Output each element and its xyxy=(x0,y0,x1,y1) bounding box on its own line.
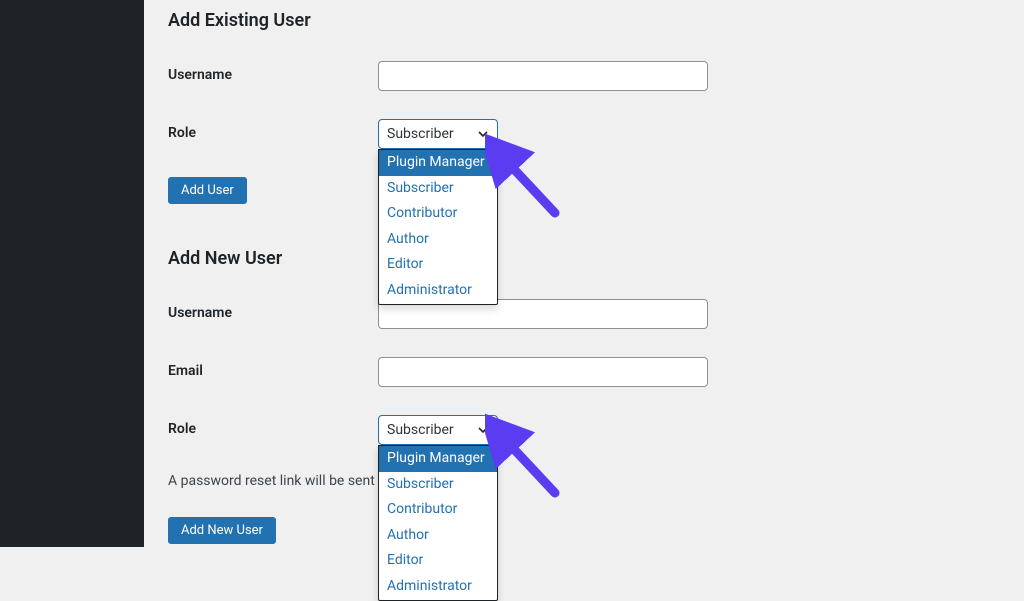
email-input[interactable] xyxy=(378,357,708,387)
add-new-user-heading: Add New User xyxy=(168,238,1000,279)
new-role-select-value: Subscriber xyxy=(387,422,454,438)
role-option[interactable]: Administrator xyxy=(379,574,497,600)
role-select[interactable]: Subscriber xyxy=(378,119,498,149)
add-new-user-button[interactable]: Add New User xyxy=(168,517,276,544)
main-content: Add Existing User Username Role Subscrib… xyxy=(144,0,1024,547)
role-option[interactable]: Contributor xyxy=(379,201,497,227)
email-label: Email xyxy=(168,357,378,379)
role-option[interactable]: Plugin Manager xyxy=(379,150,497,176)
role-option[interactable]: Author xyxy=(379,523,497,549)
role-option[interactable]: Plugin Manager xyxy=(379,446,497,472)
password-note: A password reset link will be sent to xyxy=(168,473,1000,489)
role-dropdown[interactable]: Plugin ManagerSubscriberContributorAutho… xyxy=(378,149,498,305)
new-role-select[interactable]: Subscriber xyxy=(378,415,498,445)
add-user-button[interactable]: Add User xyxy=(168,177,247,204)
username-input[interactable] xyxy=(378,61,708,91)
role-option[interactable]: Subscriber xyxy=(379,176,497,202)
chevron-down-icon xyxy=(475,422,491,438)
role-option[interactable]: Editor xyxy=(379,548,497,574)
role-option[interactable]: Contributor xyxy=(379,497,497,523)
username-label: Username xyxy=(168,61,378,83)
role-option[interactable]: Editor xyxy=(379,252,497,278)
role-option[interactable]: Subscriber xyxy=(379,472,497,498)
role-option[interactable]: Administrator xyxy=(379,278,497,304)
new-username-label: Username xyxy=(168,299,378,321)
new-role-dropdown[interactable]: Plugin ManagerSubscriberContributorAutho… xyxy=(378,445,498,601)
role-select-value: Subscriber xyxy=(387,126,454,142)
role-label: Role xyxy=(168,119,378,141)
role-option[interactable]: Author xyxy=(379,227,497,253)
new-role-label: Role xyxy=(168,415,378,437)
admin-sidebar xyxy=(0,0,144,547)
add-existing-user-heading: Add Existing User xyxy=(168,0,1000,41)
chevron-down-icon xyxy=(475,126,491,142)
